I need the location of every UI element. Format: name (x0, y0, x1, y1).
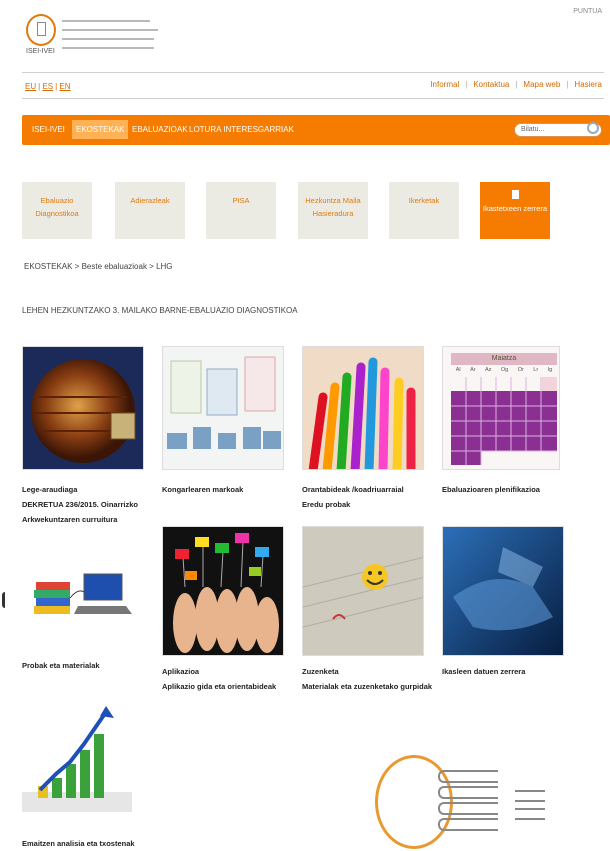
org-name-line (62, 47, 154, 49)
breadcrumb: EKOSTEKAK > Beste ebaluazioak > LHG (24, 262, 173, 271)
caption-line: Eredu probak (302, 500, 351, 509)
card-caption: Ebaluazioaren plenifikazioa (442, 482, 582, 497)
tile-hezkuntza[interactable]: Hezkuntza Maila Hasieradura (298, 182, 368, 239)
org-name-line (62, 20, 150, 22)
card-caption: Aplikazioa Aplikazio gida eta orientabid… (162, 664, 302, 694)
card-caption: Ikasleen datuen zerrera (442, 664, 582, 679)
caption-line: Aplikazioa (162, 667, 200, 676)
isei-logo[interactable]: ISEI-IVEI (26, 14, 56, 60)
card-caption: Probak eta materialak (22, 658, 162, 673)
smiley-paper-image (302, 526, 424, 656)
book-shape (438, 802, 498, 815)
tile-label: Ikastetxeen zerrera (482, 204, 548, 213)
caption-line: Zuzenketa (302, 667, 339, 676)
search-placeholder: Bilatu... (521, 126, 545, 133)
caption-line: Ikasleen datuen zerrera (442, 667, 526, 676)
search-icon[interactable] (587, 122, 599, 134)
nav-item-loturak[interactable]: LOTURA INTERESGARRIAK (189, 125, 294, 134)
caption-line: DEKRETUA 236/2015. Oinarrizko (22, 500, 139, 509)
lang-link-eu[interactable]: EU (25, 82, 36, 91)
language-switcher: EU | ES | EN (25, 82, 71, 91)
blue-hand-image (442, 526, 564, 656)
separator: | (566, 80, 569, 89)
raised-hands-image (162, 526, 284, 656)
org-name-line (62, 29, 158, 31)
book-globe-image (22, 346, 144, 470)
org-name-line (62, 38, 154, 40)
caption-line: Arkwekuntzaren curruitura (22, 515, 118, 524)
caption-line: Probak eta materialak (22, 661, 100, 670)
top-link-info[interactable]: Informal (430, 80, 459, 89)
framework-diagram-image (162, 346, 284, 470)
tile-ikastetxeen-zerrera[interactable]: Ikastetxeen zerrera (480, 182, 550, 239)
top-link-home[interactable]: Hasiera (574, 80, 602, 89)
lang-link-es[interactable]: ES (42, 82, 53, 91)
tile-pisa[interactable]: PISA (206, 182, 276, 239)
nav-item-ekostekak[interactable]: EKOSTEKAK (72, 120, 129, 139)
book-shape (438, 770, 498, 783)
divider (22, 72, 604, 73)
search-input[interactable]: Bilatu... (514, 122, 602, 137)
colored-pencils-image (302, 346, 424, 470)
tile-ebaluazio-diagnostikoa[interactable]: Ebaluazio Diagnostikoa (22, 182, 92, 239)
book-shape (438, 786, 498, 799)
books-decoration-icon (375, 755, 498, 849)
caption-line: Orantabideak /koadriuarraial (302, 485, 404, 494)
caption-line: Lege-araudiaga (22, 485, 78, 494)
logo-text: ISEI-IVEI (26, 48, 55, 55)
top-links: Informal | Kontaktua | Mapa web | Hasiera (430, 80, 602, 89)
growth-chart-image (22, 702, 132, 812)
caption-line: Materialak eta zuzenketako gurpidak (302, 682, 433, 691)
nav-item-isei[interactable]: ISEI-IVEI (32, 125, 65, 134)
top-link-sitemap[interactable]: Mapa web (523, 80, 560, 89)
book-shape (438, 818, 498, 831)
caption-line: Emaitzen analisia eta txostenak (22, 839, 135, 848)
caption-line: Kongarlearen markoak (162, 485, 244, 494)
edge-fragment (2, 592, 8, 608)
partner-logo[interactable]: PUNTUA (573, 8, 602, 15)
card-caption: Lege-araudiaga DEKRETUA 236/2015. Oinarr… (22, 482, 162, 527)
caption-line: Aplikazio gida eta orientabideak (162, 682, 277, 691)
book-spine-icon (515, 790, 545, 802)
separator: | (515, 80, 518, 89)
logo-bar-icon (37, 22, 46, 36)
caption-line: Ebaluazioaren plenifikazioa (442, 485, 540, 494)
top-link-contact[interactable]: Kontaktua (473, 80, 509, 89)
card-caption: Orantabideak /koadriuarraial Eredu proba… (302, 482, 442, 512)
separator: | (465, 80, 468, 89)
book-spine-icon (515, 808, 545, 820)
lang-link-en[interactable]: EN (59, 82, 70, 91)
nav-item-ebaluazioak[interactable]: EBALUAZIOAK (132, 125, 188, 134)
tile-ikerketak[interactable]: Ikerketak (389, 182, 459, 239)
card-caption: Emaitzen analisia eta txostenak (22, 836, 162, 851)
main-nav: ISEI-IVEI EKOSTEKAK EBALUAZIOAK LOTURA I… (22, 115, 610, 145)
card-caption: Kongarlearen markoak (162, 482, 302, 497)
section-title: LEHEN HEZKUNTZAKO 3. MAILAKO BARNE-EBALU… (22, 306, 298, 315)
calendar-image: Maiatza Al Ar Az Og Or Lr Ig (442, 346, 560, 470)
document-icon (511, 190, 519, 199)
tile-adierazleak[interactable]: Adierazleak (115, 182, 185, 239)
divider (22, 98, 604, 99)
card-caption: Zuzenketa Materialak eta zuzenketako gur… (302, 664, 442, 694)
books-laptop-image (22, 558, 140, 630)
